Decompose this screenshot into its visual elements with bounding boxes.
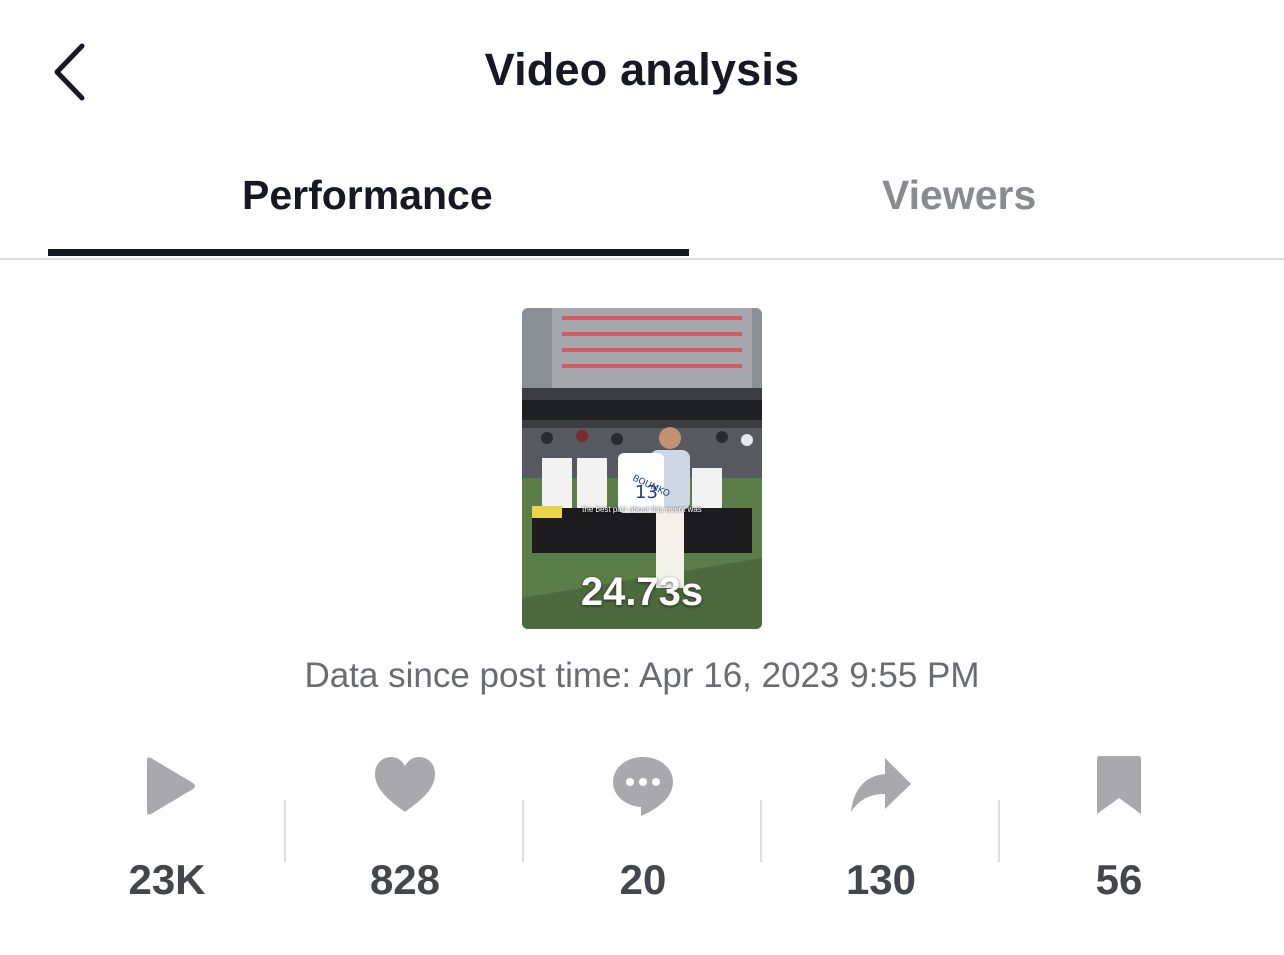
video-thumbnail[interactable]: BOUMKO 13 the best part about this event… [522,308,762,629]
stat-views-value: 23K [128,856,206,903]
page-title: Video analysis [484,44,800,95]
tab-viewers[interactable]: Viewers [882,172,1036,219]
stat-likes-value: 828 [369,856,441,903]
header: Video analysis [0,0,1284,140]
video-caption: the best part about this event was [582,505,702,514]
post-time-text: Data since post time: Apr 16, 2023 9:55 … [304,656,980,695]
tab-bar: Performance Viewers [0,150,1284,260]
stat-shares: 130 [762,740,1000,930]
stat-comments: 20 [524,740,762,930]
stat-views: 23K [48,740,286,930]
stat-saves-value: 56 [1095,856,1143,903]
stat-shares-value: 130 [845,856,917,903]
stat-comments-value: 20 [619,856,667,903]
video-duration: 24.73s [580,570,704,614]
stat-saves: 56 [1000,740,1238,930]
bookmark-icon [1097,756,1141,814]
active-tab-indicator [48,249,689,256]
tab-performance[interactable]: Performance [242,172,493,219]
svg-text:13: 13 [635,482,658,503]
stat-likes: 828 [286,740,524,930]
play-icon [147,757,195,815]
heart-icon [375,757,435,812]
comment-icon [613,757,673,816]
stats-row: 23K 828 20 130 56 [48,740,1238,930]
share-icon [851,758,911,812]
